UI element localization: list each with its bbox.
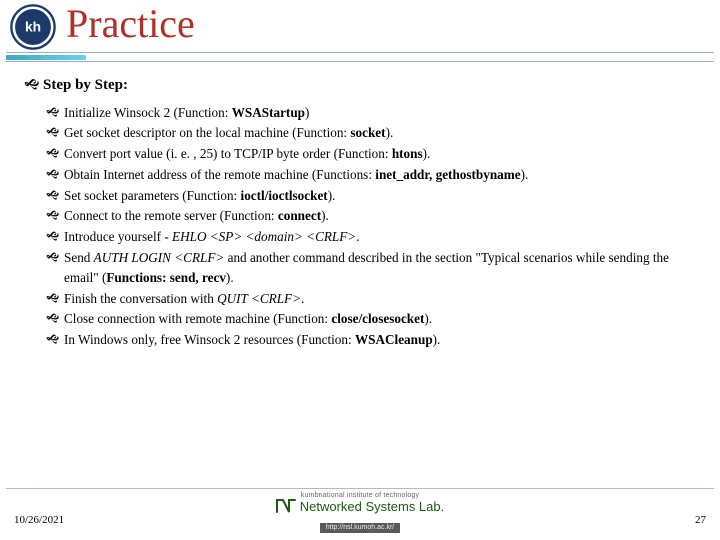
institute-logo-icon: kh (10, 4, 56, 50)
footer-page-number: 27 (695, 514, 706, 526)
list-item: Finish the conversation with QUIT <CRLF>… (46, 289, 700, 309)
footer-lab: Networked Systems Lab. (220, 499, 500, 516)
list-item: Get socket descriptor on the local machi… (46, 123, 700, 143)
list-item: In Windows only, free Winsock 2 resource… (46, 330, 700, 350)
list-item: Introduce yourself - EHLO <SP> <domain> … (46, 227, 700, 247)
list-item: Close connection with remote machine (Fu… (46, 309, 700, 329)
footer-brand: kumbnational institute of technology Net… (220, 492, 500, 534)
header-divider (6, 52, 714, 62)
list-item: Connect to the remote server (Function: … (46, 206, 700, 226)
list-item: Set socket parameters (Function: ioctl/i… (46, 186, 700, 206)
footer-url: http://nsl.kumoh.ac.kr/ (320, 523, 400, 533)
list-item: Send AUTH LOGIN <CRLF> and another comma… (46, 248, 700, 288)
svg-text:kh: kh (25, 20, 41, 35)
list-item: Convert port value (i. e. , 25) to TCP/I… (46, 144, 700, 164)
footer: 10/26/2021 kumbnational institute of tec… (0, 488, 720, 532)
step-list: Initialize Winsock 2 (Function: WSAStart… (24, 103, 700, 351)
section-heading: Step by Step: (24, 74, 700, 97)
footer-date: 10/26/2021 (14, 514, 64, 526)
content: Step by Step: Initialize Winsock 2 (Func… (0, 64, 720, 350)
page-title: Practice (66, 0, 195, 47)
list-item: Initialize Winsock 2 (Function: WSAStart… (46, 103, 700, 123)
lab-logo-icon (276, 499, 296, 516)
list-item: Obtain Internet address of the remote ma… (46, 165, 700, 185)
header: kh Practice (0, 0, 720, 64)
